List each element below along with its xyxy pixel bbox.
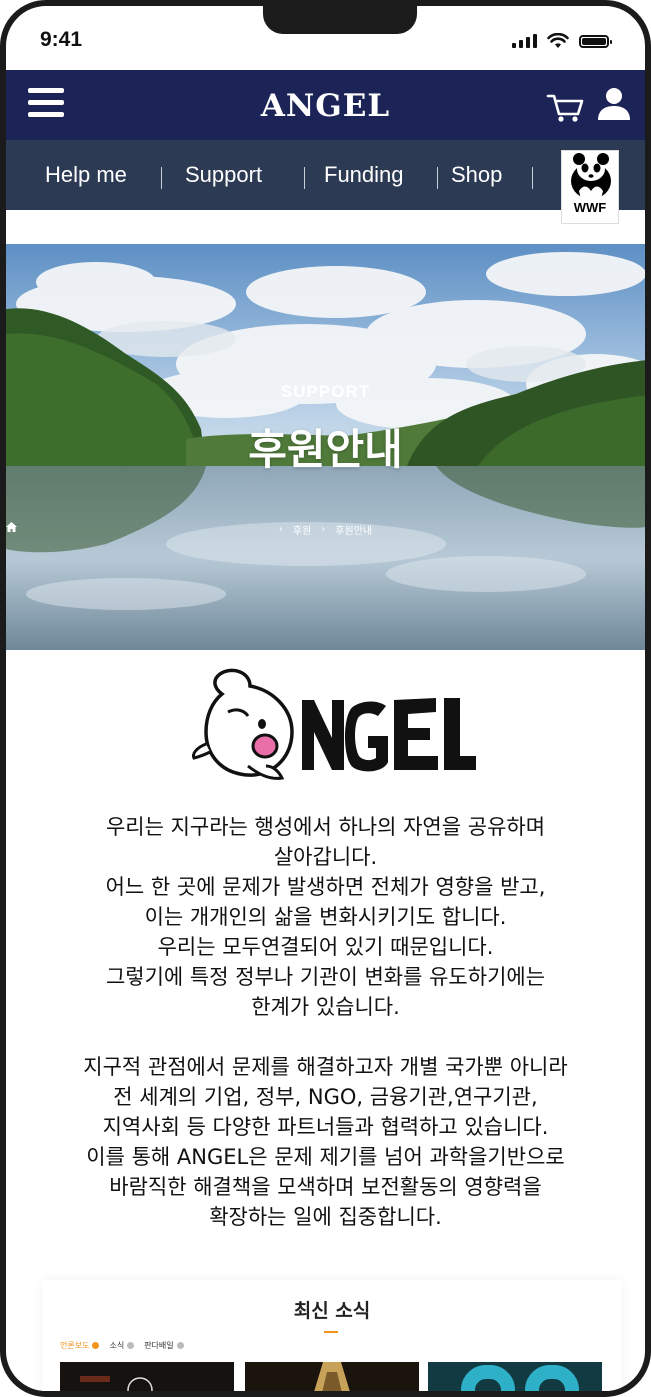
news-thumbnail[interactable] [245, 1362, 419, 1391]
news-thumbnail[interactable] [60, 1362, 234, 1391]
intro-line: 우리는 지구라는 행성에서 하나의 자연을 공유하며 [105, 815, 546, 839]
news-title: 최신 소식 [293, 1300, 371, 1322]
tab-label: 판다배일 [144, 1341, 174, 1350]
news-thumbnail[interactable] [428, 1362, 602, 1391]
breadcrumb-item-support[interactable]: 후원 [293, 522, 311, 537]
intro-line: 어느 한 곳에 문제가 발생하면 전체가 영향을 받고, [105, 875, 546, 899]
intro-line: 이를 통해 ANGEL은 문제 제기를 넘어 과학을기반으로 [86, 1145, 565, 1169]
intro-line: 살아갑니다. [273, 845, 378, 869]
notch [263, 6, 417, 34]
panda-icon [571, 153, 611, 199]
tab-press[interactable]: 언론보도 [60, 1340, 100, 1351]
intro-line: 그렇기에 특정 정부나 기관이 변화를 유도하기에는 [105, 965, 546, 989]
subnav-item-help-me[interactable]: Help me [45, 162, 127, 188]
intro-line: 우리는 모두연결되어 있기 때문입니다. [157, 935, 494, 959]
sub-navigation: Help me Support Funding Shop [6, 140, 645, 210]
user-icon[interactable] [596, 86, 632, 122]
intro-line: 확장하는 일에 집중합니다. [209, 1205, 442, 1229]
phone-frame: 9:41 ANGEL Help me Support Funding Shop … [0, 0, 651, 1397]
top-navigation: ANGEL [6, 70, 645, 140]
subnav-item-shop[interactable]: Shop [451, 162, 502, 188]
divider [161, 167, 162, 189]
beluga-logo-icon [192, 668, 476, 780]
tab-label: 소식 [109, 1341, 125, 1350]
cart-icon[interactable] [546, 90, 586, 124]
hero-eyebrow: SUPPORT [280, 382, 371, 401]
intro-line: 바람직한 해결책을 모색하며 보전활동의 영향력을 [109, 1175, 542, 1199]
intro-line: 지구적 관점에서 문제를 해결하고자 개별 국가뿐 아니라 [83, 1055, 568, 1079]
subnav-item-funding[interactable]: Funding [324, 162, 404, 188]
hero-banner: SUPPORT 후원안내 › 후원 › 후원안내 [6, 244, 645, 650]
tab-news[interactable]: 소식 [109, 1340, 135, 1351]
intro-line: 지역사회 등 다양한 파트너들과 협력하고 있습니다. [102, 1115, 549, 1139]
hero-title: 후원안내 [248, 425, 403, 474]
home-icon[interactable] [6, 522, 17, 532]
angel-logo [192, 662, 477, 782]
wifi-icon [547, 33, 569, 48]
intro-text: 우리는 지구라는 행성에서 하나의 자연을 공유하며 살아갑니다. 어느 한 곳… [26, 812, 625, 1232]
status-time: 9:41 [40, 28, 83, 51]
intro-line: 한계가 있습니다. [251, 995, 400, 1019]
plus-icon [92, 1342, 100, 1349]
divider [532, 167, 533, 189]
wwf-partner-logo[interactable]: WWF [561, 150, 619, 224]
intro-line: 전 세계의 기업, 정부, NGO, 금융기관,연구기관, [113, 1085, 538, 1109]
breadcrumb: › 후원 › 후원안내 [6, 522, 645, 537]
battery-icon [579, 34, 612, 48]
signal-icon [512, 34, 537, 48]
plus-icon [127, 1342, 135, 1349]
tab-panda-mail[interactable]: 판다배일 [144, 1340, 184, 1351]
breadcrumb-separator: › [278, 524, 283, 535]
divider [304, 167, 305, 189]
breadcrumb-item-current: 후원안내 [335, 526, 373, 537]
title-underline [324, 1331, 338, 1333]
divider [437, 167, 438, 189]
status-icons [512, 33, 612, 49]
news-tabs: 언론보도 소식 판다배일 [60, 1340, 184, 1351]
plus-icon [176, 1342, 184, 1349]
subnav-item-support[interactable]: Support [185, 162, 262, 188]
tab-label: 언론보도 [60, 1341, 90, 1350]
latest-news-section: 최신 소식 언론보도 소식 판다배일 [42, 1280, 622, 1391]
breadcrumb-separator: › [321, 524, 326, 535]
wwf-logo-text: WWF [573, 200, 607, 215]
intro-line: 이는 개개인의 삶을 변화시키기도 합니다. [144, 905, 507, 929]
